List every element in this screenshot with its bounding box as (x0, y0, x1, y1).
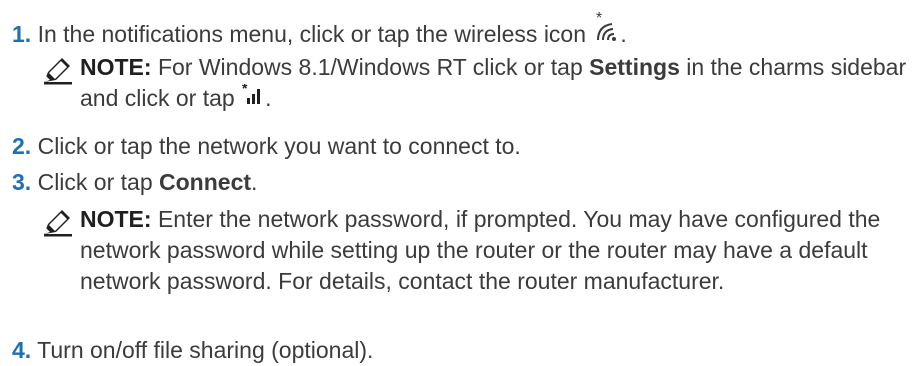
note-label: NOTE: (80, 54, 152, 80)
step-text: In the notifications menu, click or tap … (37, 21, 587, 47)
note-label: NOTE: (80, 206, 152, 232)
step-2: 2. Click or tap the network you want to … (12, 130, 521, 162)
wireless-icon: * (592, 10, 620, 50)
note-pencil-icon (44, 210, 72, 237)
note-windows-81: NOTE: For Windows 8.1/Windows RT click o… (40, 52, 920, 116)
step-text: Click or tap the network you want to con… (37, 133, 521, 159)
step-number: 1. (12, 21, 32, 47)
settings-term: Settings (589, 54, 680, 80)
step-text: Turn on/off file sharing (optional). (37, 337, 374, 363)
wireless-signal-icon: * (241, 80, 265, 114)
instructions-page: 1. In the notifications menu, click or t… (0, 0, 924, 366)
step-number: 2. (12, 133, 32, 159)
step-1: 1. In the notifications menu, click or t… (12, 10, 627, 50)
svg-text:*: * (596, 12, 602, 27)
note-network-password: NOTE: Enter the network password, if pro… (40, 204, 920, 328)
note-text: NOTE: Enter the network password, if pro… (80, 206, 881, 294)
step-3: 3. Click or tap Connect. (12, 169, 258, 195)
note-pencil-icon (44, 58, 72, 85)
step-4: 4. Turn on/off file sharing (optional). (12, 334, 373, 366)
svg-text:*: * (242, 84, 248, 96)
note-text: NOTE: For Windows 8.1/Windows RT click o… (80, 52, 924, 114)
connect-term: Connect (159, 169, 252, 195)
step-number: 4. (12, 337, 32, 363)
step-number: 3. (12, 169, 32, 195)
